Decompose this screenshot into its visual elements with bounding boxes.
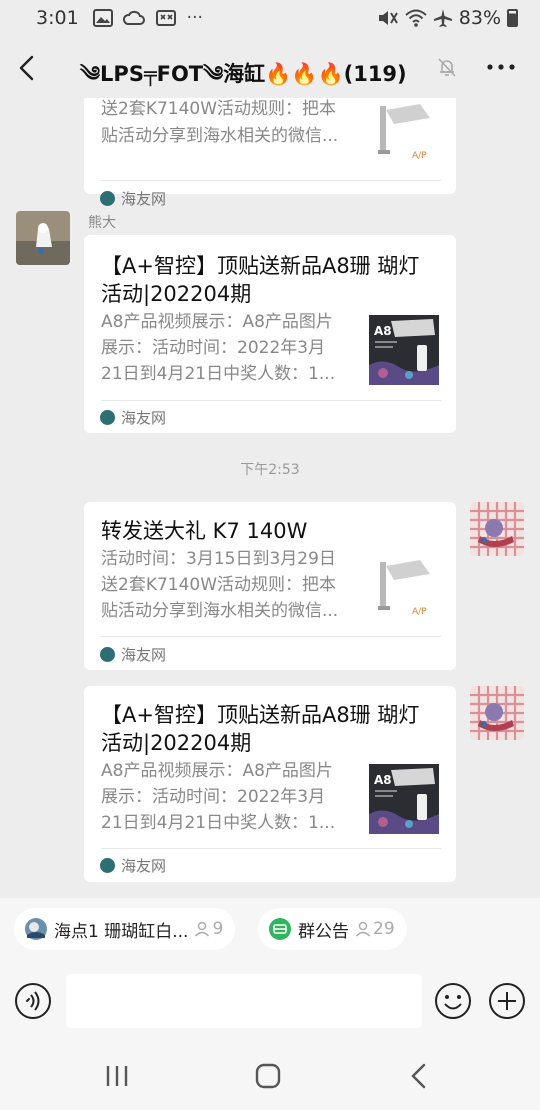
source-name: 海友网 — [121, 409, 167, 427]
card-divider — [101, 636, 441, 637]
mute-vibrate-icon — [378, 11, 398, 25]
svg-text:A/P: A/P — [412, 607, 427, 617]
source-name: 海友网 — [121, 857, 167, 875]
card-description: 贴活动分享到海水相关的微信... — [101, 601, 339, 621]
source-name: 海友网 — [121, 646, 167, 664]
group-avatar-icon — [25, 918, 47, 940]
add-attachment-icon[interactable] — [488, 982, 526, 1020]
svg-text:A8: A8 — [374, 324, 392, 338]
message-timestamp: 下午2:53 — [240, 462, 300, 478]
home-icon[interactable] — [253, 1062, 283, 1090]
nav-back-icon[interactable] — [404, 1062, 434, 1090]
sender-name: 熊大 — [88, 215, 116, 231]
source-name: 海友网 — [121, 190, 167, 208]
card-divider — [101, 400, 441, 401]
wifi-icon — [405, 9, 427, 27]
card-divider — [101, 180, 441, 181]
system-navigation-bar — [0, 1040, 540, 1110]
card-description: A8产品视频展示：A8产品图片 — [101, 761, 333, 781]
svg-text:A8: A8 — [374, 773, 392, 787]
chip-member-count: 29 — [355, 919, 395, 939]
card-description: 送2套K7140W活动规则：把本 — [101, 99, 337, 119]
card-description: 展示：活动时间：2022年3月 — [101, 338, 326, 358]
card-source: 海友网 — [100, 188, 166, 209]
status-bar: 3:01 ··· 83% — [0, 0, 540, 36]
article-thumbnail-light-image: A/P — [374, 98, 444, 166]
source-logo-icon — [100, 647, 115, 662]
shared-article-card[interactable]: 【A+智控】顶贴送新品A8珊 瑚灯 活动|202204期 A8产品视频展示：A8… — [84, 686, 456, 882]
message-input[interactable] — [66, 974, 422, 1028]
card-source: 海友网 — [100, 644, 166, 665]
message-input-bar — [0, 960, 540, 1040]
voice-input-icon[interactable] — [14, 982, 52, 1020]
chip-label: 海点1 珊瑚缸白... — [54, 921, 189, 942]
member-count-value: 9 — [212, 919, 224, 939]
status-system-icons: 83% — [377, 7, 518, 29]
source-logo-icon — [100, 191, 115, 206]
card-description: 送2套K7140W活动规则：把本 — [101, 575, 337, 595]
source-logo-icon — [100, 410, 115, 425]
card-title: 【A+智控】顶贴送新品A8珊 瑚灯 — [101, 254, 420, 278]
card-title: 【A+智控】顶贴送新品A8珊 瑚灯 — [101, 703, 420, 727]
svg-text:A/P: A/P — [412, 151, 427, 161]
back-arrow-icon[interactable] — [14, 54, 40, 82]
card-divider — [101, 848, 441, 849]
chat-message-list[interactable]: 送2套K7140W活动规则：把本 贴活动分享到海水相关的微信... A/P 海友… — [0, 98, 540, 898]
more-notifications-icon: ··· — [186, 8, 203, 28]
shared-article-card[interactable]: 【A+智控】顶贴送新品A8珊 瑚灯 活动|202204期 A8产品视频展示：A8… — [84, 235, 456, 433]
recent-apps-icon[interactable] — [102, 1062, 132, 1090]
article-thumbnail-dark-image: A8 — [369, 315, 439, 385]
more-options-icon[interactable] — [486, 62, 516, 72]
app-notification-icon — [155, 10, 176, 26]
group-notice-icon — [269, 918, 291, 940]
card-description: 活动时间：3月15日到3月29日 — [101, 549, 336, 569]
card-description: 贴活动分享到海水相关的微信... — [101, 126, 339, 146]
card-description: 展示：活动时间：2022年3月 — [101, 787, 326, 807]
card-title: 转发送大礼 K7 140W — [101, 519, 308, 543]
battery-percent: 83% — [458, 7, 501, 29]
mute-bell-icon — [438, 58, 456, 77]
member-count-value: 29 — [373, 919, 395, 939]
shared-article-card[interactable]: 转发送大礼 K7 140W 活动时间：3月15日到3月29日 送2套K7140W… — [84, 502, 456, 670]
self-avatar[interactable] — [470, 502, 524, 556]
airplane-mode-icon — [433, 9, 452, 27]
person-icon — [195, 921, 210, 937]
card-title: 活动|202204期 — [101, 282, 252, 306]
source-logo-icon — [100, 858, 115, 873]
gallery-icon — [92, 9, 113, 27]
status-time: 3:01 — [36, 7, 79, 29]
card-description: 21日到4月21日中奖人数：1... — [101, 364, 336, 384]
shared-article-card[interactable]: 送2套K7140W活动规则：把本 贴活动分享到海水相关的微信... A/P 海友… — [84, 98, 456, 208]
battery-icon — [507, 9, 518, 27]
self-avatar[interactable] — [470, 686, 524, 740]
status-notification-icons: ··· — [92, 8, 203, 28]
card-description: 21日到4月21日中奖人数：1... — [101, 813, 336, 833]
card-title: 活动|202204期 — [101, 731, 252, 755]
cloud-icon — [122, 10, 145, 25]
card-source: 海友网 — [100, 407, 166, 428]
emoji-icon[interactable] — [434, 982, 472, 1020]
card-description: A8产品视频展示：A8产品图片 — [101, 312, 333, 332]
article-thumbnail-dark-image: A8 — [369, 764, 439, 834]
person-icon — [355, 921, 371, 937]
article-thumbnail-light-image: A/P — [374, 552, 444, 622]
group-notice-chip[interactable]: 群公告 29 — [258, 908, 407, 950]
chip-label: 群公告 — [298, 921, 349, 942]
chip-member-count: 9 — [194, 919, 223, 939]
chat-header: ༄LPS╤FOT༄海缸🔥🔥🔥(119) — [0, 36, 540, 98]
group-shortcut-bar: 海点1 珊瑚缸白... 9 群公告 29 — [0, 898, 540, 960]
group-shortcut-chip[interactable]: 海点1 珊瑚缸白... 9 — [14, 908, 236, 950]
avatar[interactable] — [16, 211, 70, 265]
card-source: 海友网 — [100, 855, 166, 876]
